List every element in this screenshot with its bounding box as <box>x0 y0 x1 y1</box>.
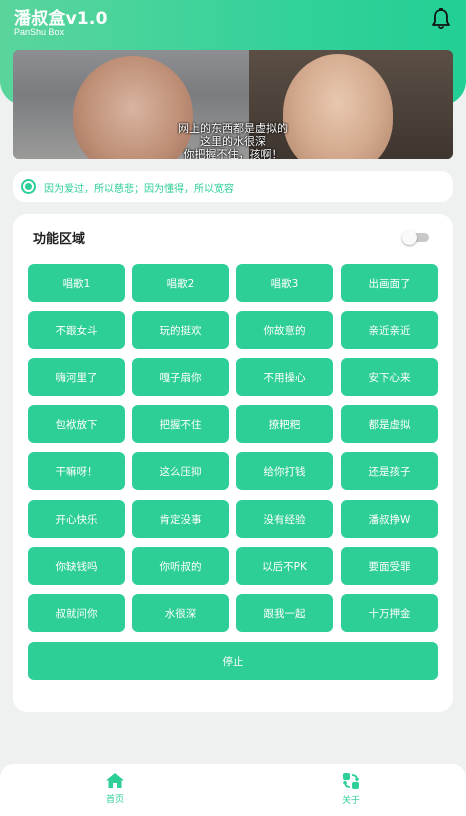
sound-button[interactable]: 没有经验 <box>236 500 333 538</box>
sound-button[interactable]: 给你打钱 <box>236 452 333 490</box>
sound-button[interactable]: 潘叔挣W <box>341 500 438 538</box>
sound-button[interactable]: 还是孩子 <box>341 452 438 490</box>
nav-about[interactable]: 关于 <box>321 772 381 806</box>
sound-button[interactable]: 把握不住 <box>132 405 229 443</box>
sound-button[interactable]: 不跟女斗 <box>28 311 125 349</box>
stop-button[interactable]: 停止 <box>28 642 438 680</box>
app-title: 潘叔盒v1.0 <box>14 9 108 29</box>
sound-button[interactable]: 十万押金 <box>341 594 438 632</box>
sound-button[interactable]: 嗨河里了 <box>28 358 125 396</box>
sound-button[interactable]: 撩粑粑 <box>236 405 333 443</box>
video-player[interactable]: 网上的东西都是虚拟的 这里的水很深 你把握不住，孩啊！ <box>13 50 453 159</box>
sound-button[interactable]: 都是虚拟 <box>341 405 438 443</box>
sound-button[interactable]: 包袱放下 <box>28 405 125 443</box>
toggle-knob <box>402 230 417 245</box>
sound-button[interactable]: 跟我一起 <box>236 594 333 632</box>
video-caption-line-3: 你把握不住，孩啊！ <box>183 148 283 159</box>
sound-button[interactable]: 唱歌2 <box>132 264 229 302</box>
sound-button[interactable]: 安下心来 <box>341 358 438 396</box>
sound-button[interactable]: 干嘛呀！ <box>28 452 125 490</box>
sound-button[interactable]: 亲近亲近 <box>341 311 438 349</box>
sound-button[interactable]: 水很深 <box>132 594 229 632</box>
about-icon <box>342 773 360 789</box>
sound-button[interactable]: 唱歌3 <box>236 264 333 302</box>
sound-button[interactable]: 这么压抑 <box>132 452 229 490</box>
app-subtitle: PanShu Box <box>14 27 65 37</box>
sound-button[interactable]: 你故意的 <box>236 311 333 349</box>
sound-button[interactable]: 出画面了 <box>341 264 438 302</box>
radio-indicator-icon[interactable] <box>21 179 36 194</box>
sound-button[interactable]: 肯定没事 <box>132 500 229 538</box>
nav-home-label: 首页 <box>105 795 124 805</box>
sound-button[interactable]: 叔就问你 <box>28 594 125 632</box>
sound-button[interactable]: 你听叔的 <box>132 547 229 585</box>
sound-button[interactable]: 以后不PK <box>236 547 333 585</box>
video-caption: 网上的东西都是虚拟的 这里的水很深 你把握不住，孩啊！ <box>13 122 453 159</box>
video-caption-line-1: 网上的东西都是虚拟的 <box>178 122 288 135</box>
nav-about-label: 关于 <box>341 796 360 806</box>
notice-bar: 因为爱过，所以慈悲；因为懂得，所以宽容 <box>13 171 453 202</box>
video-caption-line-2: 这里的水很深 <box>200 135 266 148</box>
sound-button[interactable]: 要面受罪 <box>341 547 438 585</box>
sound-button[interactable]: 嘎子扇你 <box>132 358 229 396</box>
home-icon <box>106 773 124 788</box>
sound-button[interactable]: 开心快乐 <box>28 500 125 538</box>
function-panel: 功能区域 唱歌1 唱歌2 唱歌3 出画面了不跟女斗 玩的挺欢 你故意的 亲近亲近嗨河里了 嘎子… <box>13 214 453 712</box>
sound-button[interactable]: 不用操心 <box>236 358 333 396</box>
sound-button[interactable]: 玩的挺欢 <box>132 311 229 349</box>
notice-text: 因为爱过，所以慈悲；因为懂得，所以宽容 <box>44 184 234 195</box>
panel-title: 功能区域 <box>33 232 86 247</box>
notification-bell-icon[interactable] <box>429 7 453 31</box>
sound-button[interactable]: 你缺钱吗 <box>28 547 125 585</box>
nav-home[interactable]: 首页 <box>85 772 145 805</box>
bottom-navigation: 首页 关于 <box>0 764 466 816</box>
sound-button[interactable]: 唱歌1 <box>28 264 125 302</box>
feature-toggle[interactable] <box>402 230 429 245</box>
